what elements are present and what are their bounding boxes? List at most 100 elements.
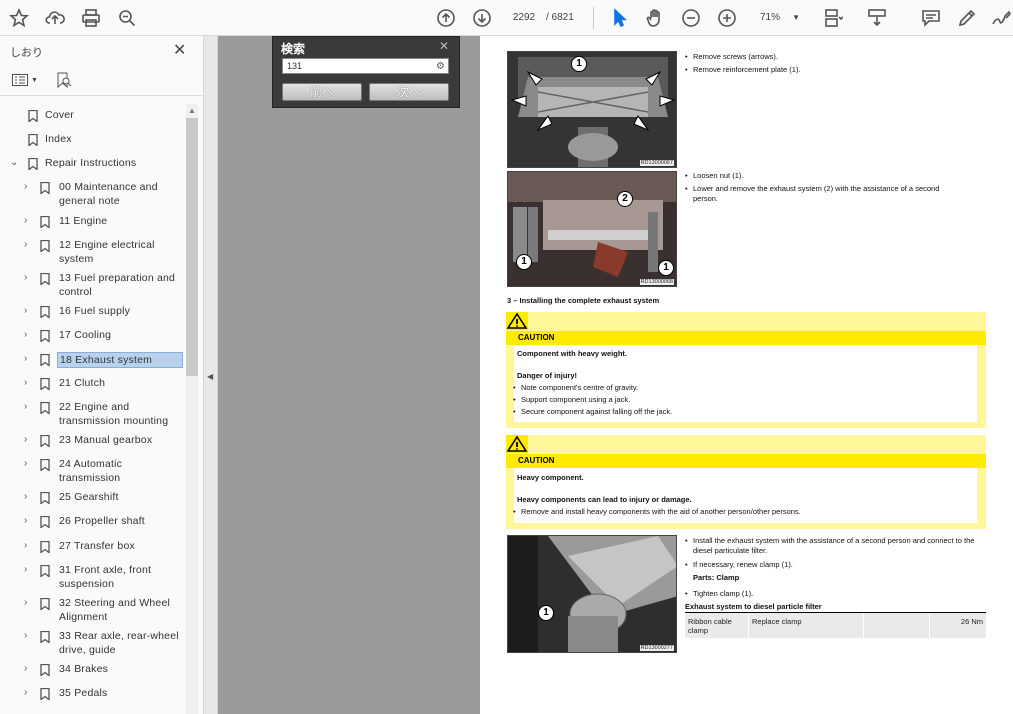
comment-icon[interactable]	[920, 7, 942, 29]
bookmark-icon	[40, 215, 50, 229]
chevron-down-icon[interactable]: ⌄	[10, 157, 20, 168]
chevron-right-icon[interactable]: ›	[24, 401, 34, 412]
scroll-up-icon[interactable]: ▲	[188, 106, 196, 115]
caution-label: CAUTION	[506, 454, 986, 468]
chevron-down-icon: ▼	[31, 76, 38, 84]
chevron-right-icon[interactable]: ›	[24, 329, 34, 340]
bookmark-icon	[40, 597, 50, 611]
warning-triangle-icon	[506, 312, 528, 330]
find-next-button[interactable]: 次へ	[369, 83, 449, 101]
chevron-right-icon[interactable]: ›	[24, 458, 34, 469]
photo-id-label: RD13000068	[639, 279, 674, 285]
chevron-right-icon[interactable]: ›	[24, 663, 34, 674]
chevron-right-icon[interactable]: ›	[24, 377, 34, 388]
table-cell: Ribbon cable clamp	[688, 617, 732, 635]
chevron-right-icon[interactable]: ›	[24, 540, 34, 551]
bookmark-icon	[40, 401, 50, 415]
caution-label: CAUTION	[506, 331, 986, 345]
caution-point: Support component using a jack.	[513, 395, 961, 405]
sign-icon[interactable]	[990, 7, 1012, 29]
chevron-down-icon: ▼	[792, 13, 800, 22]
chevron-right-icon[interactable]: ›	[24, 687, 34, 698]
bookmark-icon	[40, 305, 50, 319]
close-icon[interactable]: ✕	[173, 40, 186, 60]
panel-collapse-handle[interactable]: ◀	[204, 36, 218, 714]
sidebar-scrollbar[interactable]: ▲	[186, 104, 198, 714]
chevron-right-icon[interactable]: ›	[24, 215, 34, 226]
zoom-level-select[interactable]: 71% ▼	[752, 8, 804, 28]
clamp-photo-illustration	[508, 536, 676, 652]
bookmark-icon	[40, 458, 50, 472]
bookmark-icon	[40, 272, 50, 286]
callout-1: 1	[538, 605, 554, 621]
bookmark-label: 13 Fuel preparation and control	[59, 272, 176, 298]
scroll-mode-icon[interactable]	[866, 7, 888, 29]
step-text: If necessary, renew clamp (1).	[685, 560, 983, 570]
bookmark-icon	[28, 109, 38, 123]
collapse-arrow-icon[interactable]: ◀	[207, 372, 213, 381]
caution-heading: Component with heavy weight.	[517, 349, 628, 358]
table-title: Exhaust system to diesel particle filter	[685, 602, 822, 611]
find-previous-button[interactable]: 前へ	[282, 83, 362, 101]
find-bookmark-button[interactable]	[56, 72, 72, 88]
upload-cloud-icon[interactable]	[44, 7, 66, 29]
chevron-right-icon[interactable]: ›	[24, 272, 34, 283]
find-query: 131	[287, 61, 303, 71]
callout-1: 1	[658, 260, 674, 276]
pen-draw-icon[interactable]	[956, 7, 978, 29]
scrollbar-thumb[interactable]	[186, 118, 198, 376]
chevron-right-icon[interactable]: ›	[24, 305, 34, 316]
chevron-right-icon[interactable]: ›	[24, 491, 34, 502]
toolbar-divider	[593, 7, 594, 29]
list-options-icon	[12, 74, 28, 86]
bookmark-icon	[40, 353, 50, 367]
zoom-in-icon[interactable]	[716, 7, 738, 29]
photo-id-label: RD13000277	[639, 645, 674, 651]
underbody-photo-illustration	[508, 52, 676, 167]
step-text: Lower and remove the exhaust system (2) …	[685, 184, 965, 204]
chevron-right-icon[interactable]: ›	[24, 597, 34, 608]
bookmark-label: 11 Engine	[59, 215, 108, 227]
photo-diesel-particulate-clamp: 1 RD13000277	[507, 535, 677, 653]
bookmark-label: 35 Pedals	[59, 687, 108, 699]
bookmark-label: 27 Transfer box	[59, 540, 135, 552]
bookmark-label: 16 Fuel supply	[59, 305, 131, 317]
chevron-right-icon[interactable]: ›	[24, 353, 34, 364]
chevron-right-icon[interactable]: ›	[24, 434, 34, 445]
chevron-right-icon[interactable]: ›	[24, 515, 34, 526]
chevron-right-icon[interactable]: ›	[24, 181, 34, 192]
bookmark-label: 00 Maintenance and general note	[59, 181, 158, 207]
page-number-input[interactable]: 2292	[506, 8, 542, 28]
gear-icon[interactable]: ⚙	[436, 60, 445, 74]
next-page-icon[interactable]	[471, 7, 493, 29]
warning-triangle-icon	[506, 435, 528, 453]
bookmark-label: 34 Brakes	[59, 663, 109, 675]
hand-tool-icon[interactable]	[644, 7, 666, 29]
chevron-right-icon[interactable]: ›	[24, 630, 34, 641]
bookmark-label: 26 Propeller shaft	[59, 515, 145, 527]
callout-2: 2	[617, 191, 633, 207]
previous-page-icon[interactable]	[435, 7, 457, 29]
chevron-right-icon[interactable]: ›	[24, 564, 34, 575]
bookmark-options-button[interactable]: ▼	[12, 72, 38, 88]
zoom-out-icon[interactable]	[680, 7, 702, 29]
bookmark-label: 25 Gearshift	[59, 491, 119, 503]
select-cursor-icon[interactable]	[608, 7, 630, 29]
page-display-icon[interactable]	[822, 7, 844, 29]
caution-box: CAUTION Heavy component. Heavy component…	[506, 435, 986, 529]
bookmark-label: 22 Engine and transmission mounting	[59, 401, 169, 427]
bookmark-icon	[40, 663, 50, 677]
bookmark-icon	[40, 434, 50, 448]
table-cell: Replace clamp	[752, 617, 802, 626]
parts-note: Parts: Clamp	[693, 573, 740, 582]
bookmark-icon	[40, 630, 50, 644]
caution-point: Remove and install heavy components with…	[513, 507, 961, 517]
chevron-right-icon[interactable]: ›	[24, 239, 34, 250]
bookmark-icon	[28, 133, 38, 147]
close-icon[interactable]: ✕	[439, 39, 449, 53]
zoom-search-icon[interactable]	[116, 7, 138, 29]
bookmark-tree: Cover Index ⌄ Repair Instructions › 00 Mainte…	[0, 104, 186, 714]
find-input[interactable]: 131 ⚙	[282, 58, 449, 74]
bookmark-star-icon[interactable]	[8, 7, 30, 29]
print-icon[interactable]	[80, 7, 102, 29]
